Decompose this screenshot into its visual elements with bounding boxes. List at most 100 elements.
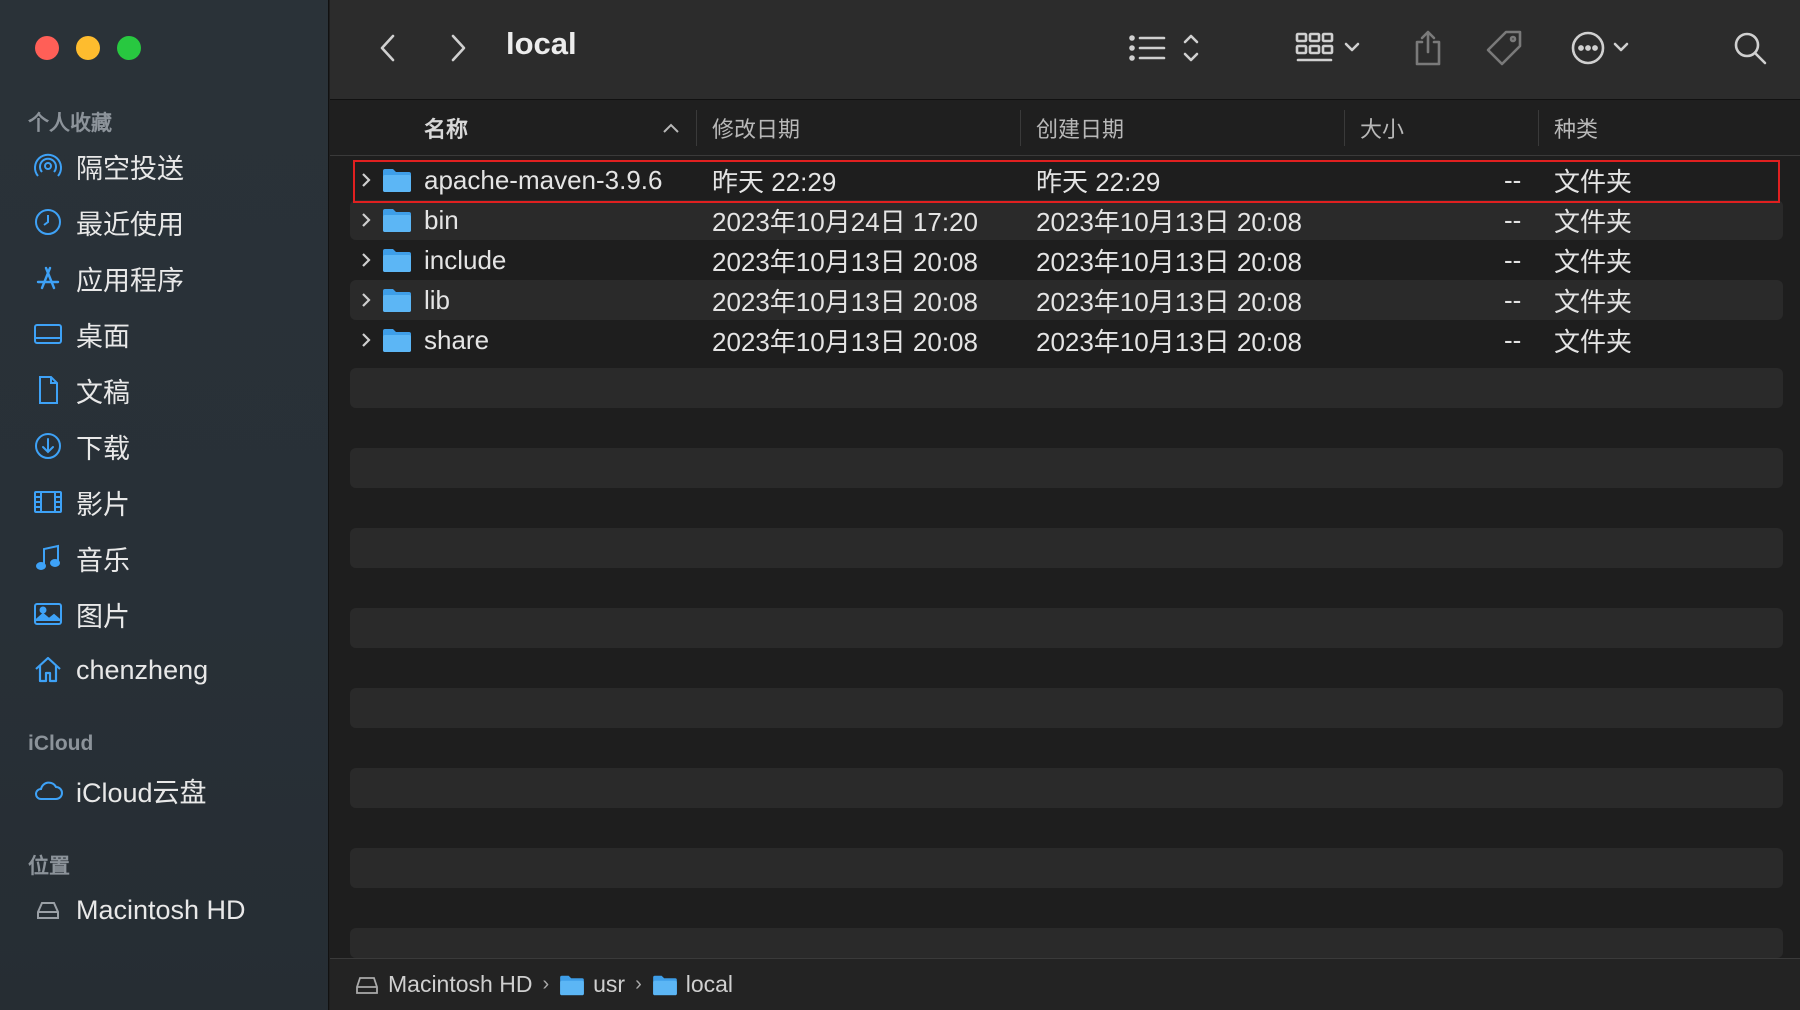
sidebar-item-movies[interactable]: 影片 [28, 480, 130, 524]
grid-icon [1295, 32, 1360, 62]
sidebar-item-music[interactable]: 音乐 [28, 536, 130, 580]
sidebar: 个人收藏 隔空投送 最近使用 应用程序 桌面 文稿 下载 影片 音乐 图片 ch… [0, 0, 329, 1010]
sidebar-item-label: chenzheng [76, 654, 209, 685]
window-title: local [506, 26, 577, 61]
column-size[interactable]: 大小 [1360, 112, 1404, 144]
folder-icon [560, 975, 584, 995]
folder-icon [652, 975, 677, 995]
path-item-usr[interactable]: usr › [559, 971, 652, 998]
sidebar-item-airdrop[interactable]: 隔空投送 [28, 144, 184, 188]
table-row[interactable]: share 2023年10月13日 20:08 2023年10月13日 20:0… [350, 320, 1783, 360]
path-separator-icon: › [542, 973, 550, 995]
file-modified: 2023年10月24日 17:20 [712, 206, 978, 237]
file-list: apache-maven-3.9.6 昨天 22:29 昨天 22:29 -- … [350, 160, 1783, 360]
file-kind: 文件夹 [1554, 166, 1633, 197]
table-row[interactable]: include 2023年10月13日 20:08 2023年10月13日 20… [350, 240, 1783, 280]
chevron-right-icon [451, 34, 466, 62]
sidebar-item-desktop[interactable]: 桌面 [28, 312, 130, 356]
path-item-local[interactable]: local [652, 971, 733, 998]
folder-icon [382, 280, 412, 320]
sidebar-item-label: 应用程序 [76, 265, 184, 296]
sidebar-item-home[interactable]: chenzheng [28, 648, 208, 692]
clock-icon [28, 204, 68, 240]
sidebar-item-pictures[interactable]: 图片 [28, 592, 130, 636]
sidebar-item-icloud-drive[interactable]: iCloud云盘 [28, 768, 207, 812]
column-kind[interactable]: 种类 [1554, 112, 1598, 144]
document-icon [28, 372, 68, 408]
share-button[interactable] [1410, 26, 1446, 70]
toolbar: local [330, 0, 1800, 100]
search-button[interactable] [1730, 28, 1770, 68]
back-button[interactable] [372, 30, 404, 66]
table-row[interactable]: lib 2023年10月13日 20:08 2023年10月13日 20:08 … [350, 280, 1783, 320]
file-name: include [424, 244, 507, 275]
desktop-icon [28, 316, 68, 352]
file-kind: 文件夹 [1554, 286, 1633, 317]
sidebar-item-applications[interactable]: 应用程序 [28, 256, 184, 300]
view-options-button[interactable] [1128, 28, 1208, 68]
file-name: apache-maven-3.9.6 [424, 164, 663, 195]
table-row[interactable]: bin 2023年10月24日 17:20 2023年10月13日 20:08 … [350, 200, 1783, 240]
more-actions-button[interactable] [1570, 28, 1642, 68]
empty-row-stripe [350, 448, 1783, 488]
zoom-button[interactable] [117, 36, 141, 60]
sidebar-item-label: 音乐 [76, 545, 130, 576]
group-button[interactable] [1294, 28, 1366, 68]
minimize-button[interactable] [76, 36, 100, 60]
path-item-macintosh-hd[interactable]: Macintosh HD › [354, 971, 559, 998]
disclosure-chevron-icon[interactable] [358, 200, 374, 240]
disk-icon [28, 892, 68, 928]
disclosure-chevron-icon[interactable] [358, 280, 374, 320]
search-icon [1734, 32, 1767, 65]
sort-ascending-icon[interactable] [662, 112, 680, 144]
file-kind: 文件夹 [1554, 206, 1633, 237]
file-size: -- [1504, 164, 1522, 195]
disclosure-chevron-icon[interactable] [358, 160, 374, 200]
tag-icon [1486, 30, 1522, 66]
close-button[interactable] [35, 36, 59, 60]
file-browser: local 名称 修改日期 创建日期 大小 种类 apache-maven-3.… [330, 0, 1800, 1010]
folder-icon [382, 160, 412, 200]
ellipsis-circle-icon [1571, 31, 1629, 65]
sidebar-item-label: 图片 [76, 601, 130, 632]
forward-button[interactable] [442, 30, 474, 66]
sidebar-item-label: 下载 [76, 433, 130, 464]
cloud-icon [28, 772, 68, 808]
file-created: 昨天 22:29 [1036, 166, 1161, 197]
file-modified: 2023年10月13日 20:08 [712, 286, 978, 317]
file-size: -- [1504, 284, 1522, 315]
file-created: 2023年10月13日 20:08 [1036, 246, 1302, 277]
sidebar-item-documents[interactable]: 文稿 [28, 368, 130, 412]
music-icon [28, 540, 68, 576]
tag-button[interactable] [1482, 26, 1526, 70]
icloud-section-title: iCloud [28, 732, 94, 755]
file-modified: 2023年10月13日 20:08 [712, 246, 978, 277]
photo-icon [28, 596, 68, 632]
disclosure-chevron-icon[interactable] [358, 240, 374, 280]
column-modified[interactable]: 修改日期 [712, 112, 800, 144]
column-name[interactable]: 名称 [424, 112, 468, 144]
window-controls [35, 36, 141, 60]
file-created: 2023年10月13日 20:08 [1036, 286, 1302, 317]
locations-section-title: 位置 [28, 855, 70, 878]
column-header: 名称 修改日期 创建日期 大小 种类 [330, 100, 1800, 156]
chevron-left-icon [380, 34, 395, 62]
home-icon [28, 652, 68, 688]
file-created: 2023年10月13日 20:08 [1036, 206, 1302, 237]
disclosure-chevron-icon[interactable] [358, 320, 374, 360]
table-row[interactable]: apache-maven-3.9.6 昨天 22:29 昨天 22:29 -- … [350, 160, 1783, 200]
path-label: usr [593, 971, 626, 997]
folder-icon [382, 200, 412, 240]
column-created[interactable]: 创建日期 [1036, 112, 1124, 144]
file-name: share [424, 324, 490, 355]
empty-row-stripe [350, 528, 1783, 568]
empty-row-stripe [350, 608, 1783, 648]
empty-row-stripe [350, 368, 1783, 408]
sidebar-item-downloads[interactable]: 下载 [28, 424, 130, 468]
file-modified: 2023年10月13日 20:08 [712, 326, 978, 357]
sidebar-item-label: 最近使用 [76, 209, 184, 240]
path-label: Macintosh HD [388, 971, 533, 997]
sidebar-item-macintosh-hd[interactable]: Macintosh HD [28, 888, 246, 932]
empty-row-stripe [350, 688, 1783, 728]
sidebar-item-recents[interactable]: 最近使用 [28, 200, 184, 244]
